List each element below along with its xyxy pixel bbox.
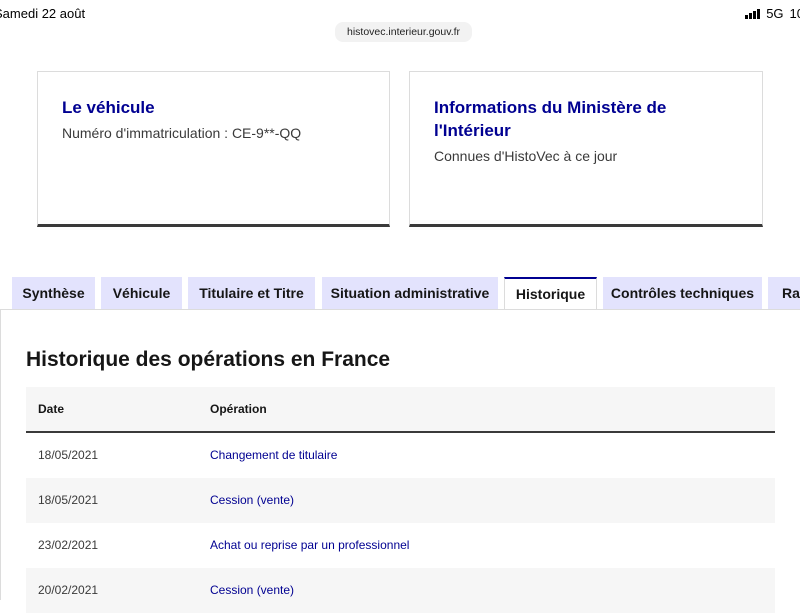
panel-border [0, 309, 1, 600]
ministry-card-text: Connues d'HistoVec à ce jour [434, 148, 618, 164]
history-title: Historique des opérations en France [26, 348, 391, 371]
vehicle-card-title: Le véhicule [62, 98, 155, 117]
battery-label: 10 [789, 6, 800, 21]
row-date: 18/05/2021 [38, 448, 99, 462]
ministry-card: Informations du Ministère de l'Intérieur… [409, 71, 763, 227]
tab-bar: Synthèse Véhicule Titulaire et Titre Sit… [0, 277, 800, 310]
history-table: Date Opération 18/05/2021 Changement de … [26, 387, 775, 613]
signal-icon [745, 8, 761, 19]
table-row: 20/02/2021 Cession (vente) [26, 568, 775, 613]
status-indicators: 5G 10 [745, 6, 800, 21]
table-row: 18/05/2021 Changement de titulaire [26, 433, 775, 478]
tab-vehicule[interactable]: Véhicule [101, 277, 182, 309]
tab-rapport[interactable]: Rap [768, 277, 800, 309]
table-row: 18/05/2021 Cession (vente) [26, 478, 775, 523]
registration-number: Numéro d'immatriculation : CE-9**-QQ [62, 125, 302, 141]
row-date: 23/02/2021 [38, 538, 99, 552]
status-date: Samedi 22 août [0, 6, 86, 21]
row-operation-link[interactable]: Changement de titulaire [210, 433, 337, 478]
table-row: 23/02/2021 Achat ou reprise par un profe… [26, 523, 775, 568]
row-date: 20/02/2021 [38, 583, 99, 597]
table-header: Date Opération [26, 387, 775, 433]
tabs-divider [0, 309, 800, 310]
tab-synthese[interactable]: Synthèse [12, 277, 95, 309]
row-operation-link[interactable]: Cession (vente) [210, 478, 294, 523]
column-header-date: Date [38, 402, 65, 416]
network-label: 5G [766, 6, 784, 21]
row-operation-link[interactable]: Cession (vente) [210, 568, 294, 613]
address-bar[interactable]: histovec.interieur.gouv.fr [335, 22, 473, 42]
tab-controles-techniques[interactable]: Contrôles techniques [603, 277, 762, 309]
row-date: 18/05/2021 [38, 493, 99, 507]
column-header-operation: Opération [210, 402, 267, 416]
tab-historique[interactable]: Historique [504, 277, 597, 310]
vehicle-card: Le véhicule Numéro d'immatriculation : C… [37, 71, 390, 227]
row-operation-link[interactable]: Achat ou reprise par un professionnel [210, 523, 409, 568]
tab-situation-administrative[interactable]: Situation administrative [322, 277, 498, 309]
tab-titulaire[interactable]: Titulaire et Titre [188, 277, 315, 309]
ministry-card-title: Informations du Ministère de l'Intérieur [434, 98, 667, 140]
